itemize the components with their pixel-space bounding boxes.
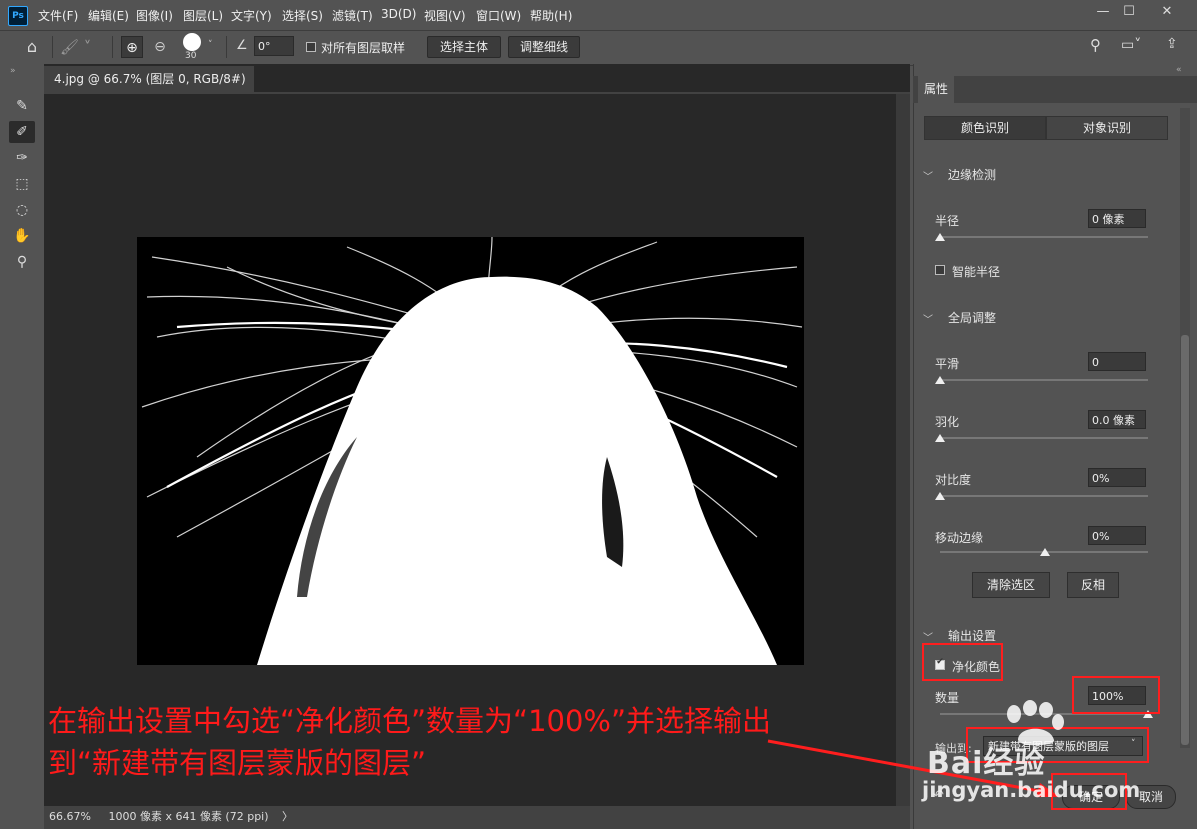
brush-size-value: 30 [185,51,197,61]
document-tab[interactable]: 4.jpg @ 66.7% (图层 0, RGB/8#) * × [44,66,254,112]
radius-slider-thumb[interactable] [935,233,945,241]
menu-image[interactable]: 图像(I) [136,7,173,24]
refine-hair-button[interactable]: 调整细线 [508,36,580,58]
feather-slider-thumb[interactable] [935,434,945,442]
panel-collapse-icon[interactable]: « [1176,65,1182,75]
hand-tool-icon[interactable]: ✋ [9,225,35,247]
menu-3d[interactable]: 3D(D) [381,7,416,21]
quick-selection-tool-icon[interactable]: ✎ [9,95,35,117]
smooth-input[interactable]: 0 [1088,352,1146,371]
smooth-label: 平滑 [935,357,960,371]
menu-bar [0,0,1197,30]
menu-type[interactable]: 文字(Y) [231,7,272,24]
status-menu-arrow[interactable]: 〉 [282,810,293,823]
mask-preview-image[interactable] [137,237,804,665]
feather-slider[interactable] [940,437,1148,439]
refine-edge-brush-icon[interactable]: ✐ [9,121,35,143]
sample-all-layers-label: 对所有图层取样 [321,41,406,55]
radius-label: 半径 [935,214,960,228]
object-selection-tool-icon[interactable]: ⬚ [9,173,35,195]
color-aware-button[interactable]: 颜色识别 [924,116,1046,140]
menu-select[interactable]: 选择(S) [282,7,323,24]
status-bar: 66.67% 1000 像素 x 641 像素 (72 ppi) 〉 [44,806,910,829]
object-aware-button[interactable]: 对象识别 [1046,116,1168,140]
output-settings-title: 输出设置 [948,629,997,643]
separator [112,36,113,58]
zoom-tool-icon[interactable]: ⚲ [9,251,35,273]
chevron-down-icon[interactable]: ﹀ [923,311,933,326]
brush-tip-icon[interactable] [183,33,201,51]
sample-all-layers-checkbox[interactable] [306,42,316,52]
share-icon[interactable]: ⇪ [1166,36,1178,52]
annotation-text: 在输出设置中勾选“净化颜色”数量为“100%”并选择输出 到“新建带有图层蒙版的… [48,700,918,784]
highlight-decontaminate [922,643,1003,681]
contrast-slider[interactable] [940,495,1148,497]
baidu-watermark: Bai经验 jingyan.baidu.com [922,700,1162,810]
shift-edge-slider-thumb[interactable] [1040,548,1050,556]
tab-properties[interactable]: 属性 [918,76,954,103]
hair-mask-graphic [141,237,803,665]
collapse-icon[interactable]: » [10,66,16,76]
options-bar [0,30,1197,66]
edge-detection-title: 边缘检测 [948,168,997,182]
brush-preset-icon[interactable]: 🖌 ˅ [60,36,100,58]
radius-input[interactable]: 0 像素 [1088,209,1146,228]
subtract-selection-icon[interactable]: ⊖ [149,36,171,58]
brush-tool-icon[interactable]: ✑ [9,147,35,169]
smart-radius-label: 智能半径 [952,265,1001,279]
chevron-down-icon[interactable]: ﹀ [923,168,933,183]
menu-layer[interactable]: 图层(L) [183,7,223,24]
contrast-slider-thumb[interactable] [935,492,945,500]
contrast-label: 对比度 [935,473,972,487]
watermark-brand: Bai经验 [927,746,1046,781]
separator [226,36,227,58]
feather-label: 羽化 [935,415,960,429]
annotation-line-2: 到“新建带有图层蒙版的图层” [48,746,427,780]
add-to-selection-icon[interactable]: ⊕ [121,36,143,58]
home-icon[interactable]: ⌂ [20,36,44,58]
shift-edge-label: 移动边缘 [935,531,984,545]
angle-icon: ∠ [236,38,248,53]
menu-filter[interactable]: 滤镜(T) [332,7,373,24]
menu-window[interactable]: 窗口(W) [476,7,521,24]
radius-slider[interactable] [940,236,1148,238]
maximize-button[interactable]: ☐ [1116,3,1142,21]
search-icon[interactable]: ⚲ [1090,36,1101,54]
menu-file[interactable]: 文件(F) [38,7,78,24]
menu-view[interactable]: 视图(V) [424,7,466,24]
shift-edge-input[interactable]: 0% [1088,526,1146,545]
workspace-icon[interactable]: ▭˅ [1121,37,1141,53]
photoshop-logo: Ps [8,6,28,26]
document-dimensions: 1000 像素 x 641 像素 (72 ppi) [108,810,269,823]
smooth-slider-thumb[interactable] [935,376,945,384]
smooth-slider[interactable] [940,379,1148,381]
global-adjust-title: 全局调整 [948,311,997,325]
zoom-level[interactable]: 66.67% [49,810,91,823]
close-window-button[interactable]: ✕ [1154,3,1180,21]
annotation-line-1: 在输出设置中勾选“净化颜色”数量为“100%”并选择输出 [48,704,772,738]
menu-help[interactable]: 帮助(H) [530,7,572,24]
invert-button[interactable]: 反相 [1067,572,1119,598]
panel-tab-bar [913,76,1197,103]
watermark-url: jingyan.baidu.com [922,778,1141,802]
clear-selection-button[interactable]: 清除选区 [972,572,1050,598]
separator [52,36,53,58]
menu-edit[interactable]: 编辑(E) [88,7,129,24]
minimize-button[interactable]: — [1090,3,1116,21]
angle-input[interactable]: 0° [254,36,294,56]
panel-scrollbar-thumb[interactable] [1181,335,1189,745]
chevron-down-icon[interactable]: ﹀ [923,629,933,644]
smart-radius-checkbox[interactable] [935,265,945,275]
contrast-input[interactable]: 0% [1088,468,1146,487]
lasso-tool-icon[interactable]: ◌ [9,199,35,221]
select-subject-button[interactable]: 选择主体 [427,36,501,58]
chevron-down-icon[interactable]: ˅ [208,40,213,50]
feather-input[interactable]: 0.0 像素 [1088,410,1146,429]
